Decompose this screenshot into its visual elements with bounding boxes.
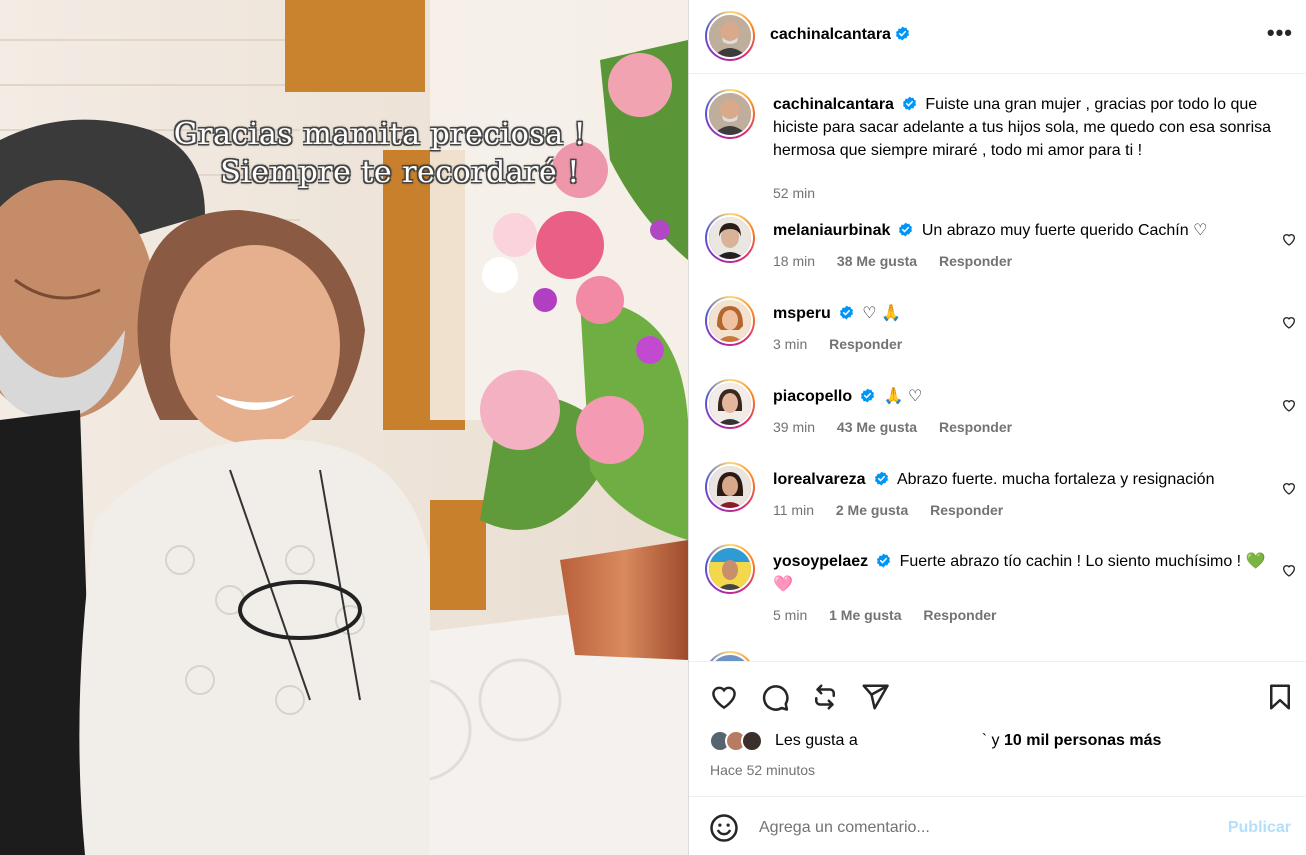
comment-likes[interactable]: 2 Me gusta	[836, 502, 908, 518]
comment-row: msperu ♡ 🙏 3 min Responder	[689, 296, 1306, 370]
caption-avatar[interactable]	[705, 89, 755, 139]
verified-badge-icon	[874, 471, 888, 486]
comment-meta: 18 min 38 Me gusta Responder	[773, 253, 1030, 269]
comment-likes[interactable]: 38 Me gusta	[837, 253, 917, 269]
avatar-picture	[709, 383, 751, 425]
comment-avatar[interactable]	[705, 296, 755, 346]
comment-meta: 39 min 43 Me gusta Responder	[773, 419, 1030, 435]
verified-badge-icon	[895, 26, 909, 41]
repost-icon[interactable]	[810, 682, 840, 712]
comment-time[interactable]: 5 min	[773, 607, 807, 623]
share-send-icon[interactable]	[860, 682, 890, 712]
verified-badge-icon	[861, 388, 875, 403]
photo-caption: Gracias mamita preciosa ! Siempre te rec…	[0, 116, 688, 192]
caption-body: cachinalcantara Fuiste una gran mujer , …	[773, 93, 1273, 162]
comment-body: melaniaurbinak Un abrazo muy fuerte quer…	[773, 219, 1273, 242]
post-header: cachinalcantara •••	[689, 0, 1306, 74]
comment-avatar[interactable]	[705, 462, 755, 512]
comment-username[interactable]: msperu	[773, 305, 831, 322]
avatar-picture	[709, 300, 751, 342]
comment-username[interactable]: piacopello	[773, 388, 852, 405]
avatar-picture	[709, 15, 751, 57]
reply-button[interactable]: Responder	[939, 253, 1012, 269]
caption-time[interactable]: 52 min	[773, 185, 815, 201]
post-side-panel: cachinalcantara ••• cachinalcantara Fuis…	[688, 0, 1306, 855]
author-username[interactable]: cachinalcantara	[770, 26, 891, 43]
photo-caption-line1: Gracias mamita preciosa !	[173, 117, 587, 152]
comments-list[interactable]: cachinalcantara Fuiste una gran mujer , …	[689, 75, 1306, 661]
reply-button[interactable]: Responder	[939, 419, 1012, 435]
comment-text: Abrazo fuerte. mucha fortaleza y resigna…	[896, 471, 1215, 488]
comment-bubble-icon[interactable]	[760, 682, 790, 712]
likes-summary[interactable]: Les gusta a ` y 10 mil personas más	[709, 730, 1161, 752]
more-options-icon[interactable]: •••	[1267, 20, 1293, 46]
emoji-smiley-icon[interactable]	[709, 813, 739, 843]
comment-row: lorealvareza Abrazo fuerte. mucha fortal…	[689, 462, 1306, 536]
likes-text: Les gusta a ` y 10 mil personas más	[775, 732, 1161, 750]
author-avatar[interactable]	[705, 11, 755, 61]
comment-username[interactable]: melaniaurbinak	[773, 222, 890, 239]
comment-meta: 11 min 2 Me gusta Responder	[773, 502, 1021, 518]
verified-badge-icon	[877, 553, 891, 568]
comment-like-heart-icon[interactable]	[1281, 397, 1297, 413]
avatar-picture	[709, 93, 751, 135]
comment-row-partial	[689, 651, 1306, 661]
comment-like-heart-icon[interactable]	[1281, 314, 1297, 330]
comment-input[interactable]	[759, 815, 1199, 841]
reply-button[interactable]: Responder	[829, 336, 902, 352]
publish-button[interactable]: Publicar	[1228, 819, 1291, 837]
comment-body: lorealvareza Abrazo fuerte. mucha fortal…	[773, 468, 1273, 491]
comment-avatar[interactable]	[705, 544, 755, 594]
comment-time[interactable]: 39 min	[773, 419, 815, 435]
reply-button[interactable]: Responder	[930, 502, 1003, 518]
comment-meta: 5 min 1 Me gusta Responder	[773, 607, 1015, 623]
likes-separator: ` y	[981, 732, 1000, 749]
verified-badge-icon	[902, 96, 916, 111]
comment-body: piacopello 🙏 ♡	[773, 385, 1273, 408]
comment-body: yosoypelaez Fuerte abrazo tío cachin ! L…	[773, 550, 1273, 596]
comment-likes[interactable]: 1 Me gusta	[829, 607, 901, 623]
comment-username[interactable]: lorealvareza	[773, 471, 866, 488]
save-bookmark-icon[interactable]	[1265, 682, 1295, 712]
author-username-link[interactable]: cachinalcantara	[770, 26, 910, 44]
avatar-picture	[709, 217, 751, 259]
comment-row: piacopello 🙏 ♡ 39 min 43 Me gusta Respon…	[689, 379, 1306, 453]
comment-avatar[interactable]	[705, 213, 755, 263]
comment-time[interactable]: 18 min	[773, 253, 815, 269]
comment-text: ♡ 🙏	[862, 305, 901, 322]
liker-avatar	[741, 730, 763, 752]
comment-row: melaniaurbinak Un abrazo muy fuerte quer…	[689, 213, 1306, 287]
comment-like-heart-icon[interactable]	[1281, 231, 1297, 247]
comment-composer: Publicar	[689, 796, 1306, 855]
comment-body: msperu ♡ 🙏	[773, 302, 1273, 325]
comment-likes[interactable]: 43 Me gusta	[837, 419, 917, 435]
comment-avatar[interactable]	[705, 651, 755, 661]
avatar-picture	[709, 466, 751, 508]
comment-time[interactable]: 3 min	[773, 336, 807, 352]
comment-text: Un abrazo muy fuerte querido Cachín ♡	[921, 222, 1208, 239]
verified-badge-icon	[899, 222, 913, 237]
comment-meta: 3 min Responder	[773, 336, 920, 352]
like-heart-icon[interactable]	[709, 682, 739, 712]
post-actions: Les gusta a ` y 10 mil personas más Hace …	[689, 661, 1306, 796]
comment-avatar[interactable]	[705, 379, 755, 429]
post-time-ago[interactable]: Hace 52 minutos	[710, 762, 815, 778]
comment-like-heart-icon[interactable]	[1281, 562, 1297, 578]
avatar-picture	[709, 548, 751, 590]
likes-count[interactable]: 10 mil personas más	[1004, 732, 1161, 749]
reply-button[interactable]: Responder	[923, 607, 996, 623]
post-photo[interactable]: Gracias mamita preciosa ! Siempre te rec…	[0, 0, 688, 855]
caption-username[interactable]: cachinalcantara	[773, 96, 894, 113]
caption-row: cachinalcantara Fuiste una gran mujer , …	[689, 89, 1306, 207]
comment-time[interactable]: 11 min	[773, 502, 814, 518]
comment-like-heart-icon[interactable]	[1281, 480, 1297, 496]
likes-prefix: Les gusta a	[775, 732, 858, 749]
caption-meta: 52 min	[773, 185, 833, 201]
comment-row: yosoypelaez Fuerte abrazo tío cachin ! L…	[689, 544, 1306, 644]
verified-badge-icon	[839, 305, 853, 320]
photo-caption-line2: Siempre te recordaré !	[220, 155, 580, 190]
comment-text: 🙏 ♡	[883, 388, 923, 405]
comment-username[interactable]: yosoypelaez	[773, 553, 868, 570]
